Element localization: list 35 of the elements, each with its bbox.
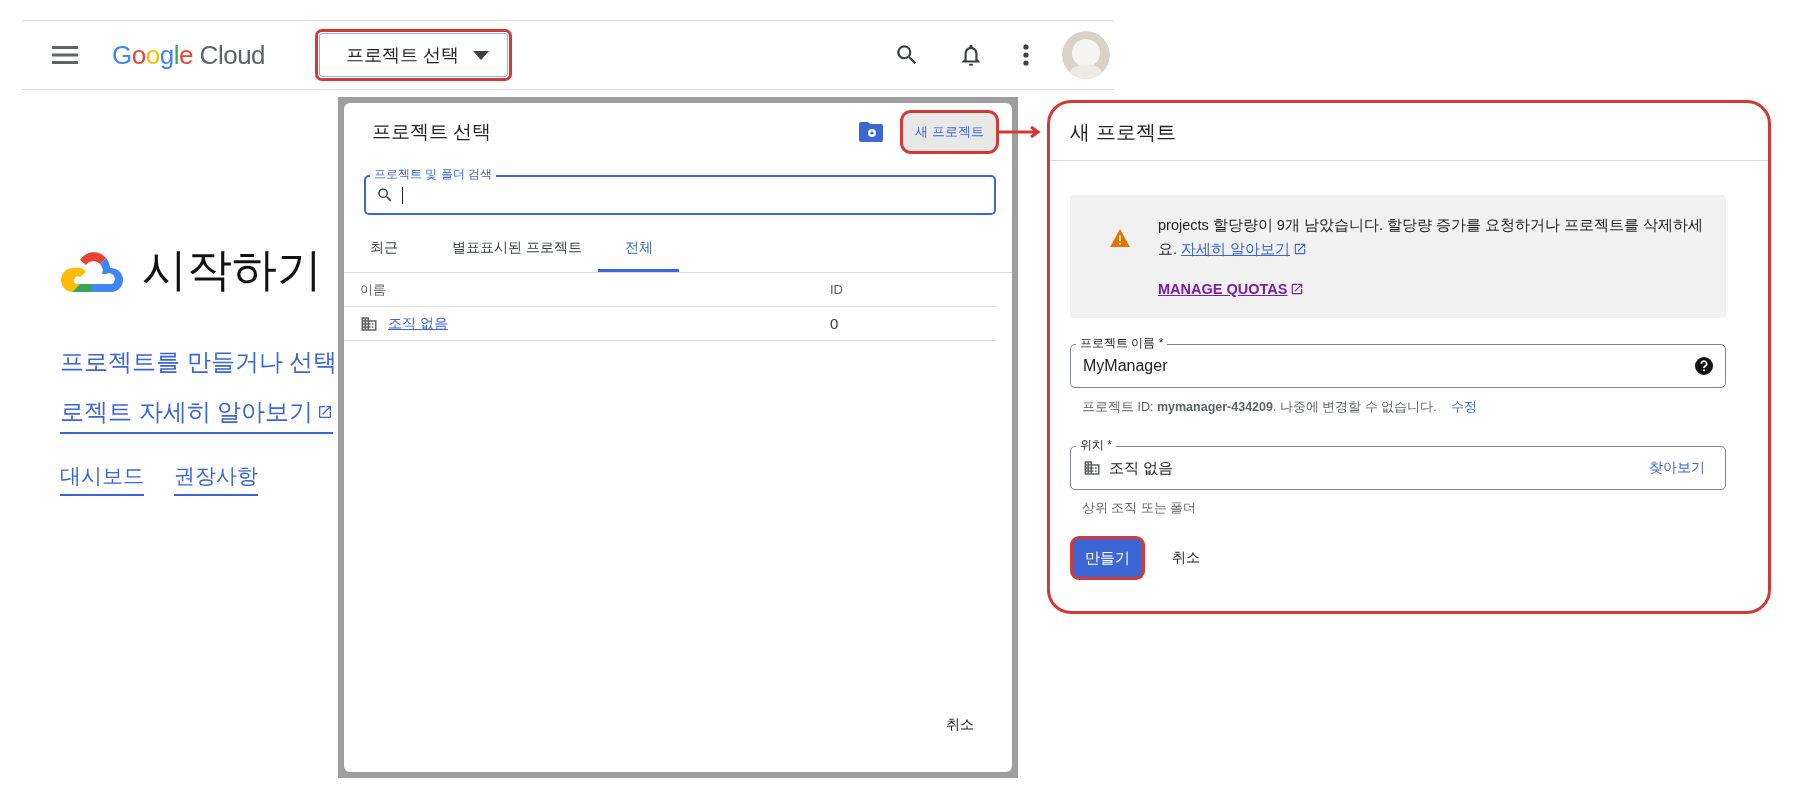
cancel-button[interactable]: 취소 bbox=[1164, 543, 1208, 573]
edit-link[interactable]: 수정 bbox=[1450, 398, 1477, 416]
manage-quotas-link[interactable]: MANAGE QUOTAS bbox=[1158, 281, 1305, 297]
organization-link[interactable]: 조직 없음 bbox=[388, 314, 448, 333]
panel-title: 새 프로젝트 bbox=[1050, 103, 1768, 161]
column-header: ID bbox=[830, 282, 844, 297]
create-button[interactable]: 만들기 bbox=[1073, 539, 1142, 577]
tab[interactable]: 최근 bbox=[370, 229, 452, 272]
column-header: 이름 bbox=[360, 280, 387, 299]
location-hint: 상위 조직 또는 폴더 bbox=[1082, 500, 1198, 517]
browse-link[interactable]: 찾아보기 bbox=[1649, 459, 1713, 477]
cancel-button[interactable]: 취소 bbox=[938, 710, 982, 740]
tab[interactable]: 전체 bbox=[598, 229, 679, 272]
project-id-hint: 프로젝트 ID: mymanager-434209. 나중에 변경할 수 없습니다. bbox=[1082, 398, 1437, 416]
project-link[interactable]: 프로젝트를 만들거나 선택 bbox=[60, 346, 338, 378]
nav-link[interactable]: 대시보드 bbox=[60, 462, 144, 496]
nav-link[interactable]: 권장사항 bbox=[174, 462, 258, 496]
caret-icon bbox=[473, 50, 490, 60]
warning-icon bbox=[1110, 229, 1130, 247]
external-link-icon bbox=[317, 404, 334, 420]
learn-more-link[interactable]: 자세히 알아보기 bbox=[1181, 237, 1308, 261]
google-cloud-logo: Google Cloud bbox=[112, 39, 266, 71]
external-link-icon bbox=[1293, 242, 1308, 256]
external-link-icon bbox=[1290, 282, 1305, 296]
table-cell-text: 0 bbox=[830, 315, 840, 332]
page-title: 시작하기 bbox=[142, 243, 322, 297]
building-icon bbox=[360, 314, 378, 333]
project-link[interactable]: 로젝트 자세히 알아보기 bbox=[60, 396, 334, 434]
tab[interactable]: 별표표시된 프로젝트 bbox=[452, 229, 598, 272]
building-icon bbox=[1083, 459, 1101, 477]
annotation-arrow bbox=[999, 125, 1043, 139]
help-icon[interactable] bbox=[1695, 357, 1713, 375]
dialog-title: 프로젝트 선택 bbox=[372, 120, 492, 144]
search-icon bbox=[376, 186, 394, 204]
quota-message: projects 할당량이 9개 남았습니다. 할당량 증가를 요청하거나 프로젝트를 삭제하세요. 자세히 알아보기 bbox=[1158, 213, 1706, 261]
